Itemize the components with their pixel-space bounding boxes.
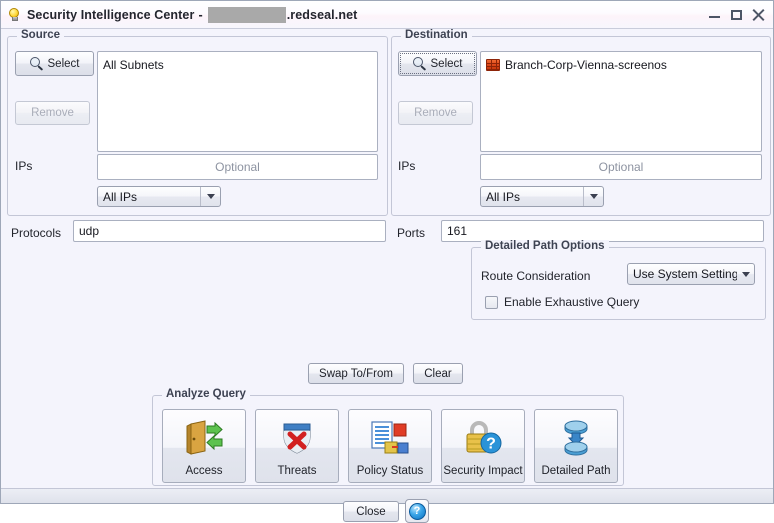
destination-remove-button[interactable]: Remove (398, 101, 473, 125)
enable-exhaustive-query-label: Enable Exhaustive Query (504, 295, 640, 309)
destination-list[interactable]: Branch-Corp-Vienna-screenos (480, 51, 762, 152)
firewall-brick-icon (486, 58, 500, 71)
destination-group: Destination Select Remove Branch-Corp-Vi… (391, 29, 771, 216)
analyze-detailed-path-button[interactable]: Detailed Path (534, 409, 618, 483)
svg-text:?: ? (486, 435, 496, 452)
source-select-label: Select (47, 57, 80, 70)
source-remove-label: Remove (31, 107, 74, 119)
ports-value: 161 (447, 224, 468, 238)
route-consideration-value: Use System Settings (633, 267, 738, 281)
analyze-access-label: Access (185, 465, 223, 477)
padlock-question-icon: ? (442, 410, 524, 465)
door-arrows-icon (163, 410, 245, 465)
destination-ip-scope-select[interactable]: All IPs (480, 186, 604, 207)
analyze-threats-button[interactable]: Threats (255, 409, 339, 483)
source-remove-button[interactable]: Remove (15, 101, 90, 125)
source-ips-placeholder: Optional (215, 160, 260, 174)
analyze-query-legend: Analyze Query (162, 388, 250, 400)
help-icon: ? (408, 502, 426, 520)
route-consideration-label: Route Consideration (481, 269, 591, 283)
analyze-threats-label: Threats (277, 465, 317, 477)
list-item[interactable]: All Subnets (103, 56, 372, 73)
maximize-icon[interactable] (730, 8, 743, 21)
source-ips-label: IPs (15, 159, 33, 173)
protocols-input[interactable]: udp (73, 220, 386, 242)
source-ip-scope-select[interactable]: All IPs (97, 186, 221, 207)
title-separator: - (198, 7, 203, 22)
redacted-hostname (207, 6, 286, 23)
destination-remove-label: Remove (414, 107, 457, 119)
close-icon[interactable] (752, 8, 765, 21)
source-item-label: All Subnets (103, 57, 164, 72)
enable-exhaustive-query-row[interactable]: Enable Exhaustive Query (485, 295, 639, 309)
analyze-policy-status-button[interactable]: Policy Status (348, 409, 432, 483)
source-list[interactable]: All Subnets (97, 51, 378, 152)
destination-item-label: Branch-Corp-Vienna-screenos (505, 57, 667, 72)
close-button[interactable]: Close (343, 501, 399, 522)
title-bar: Security Intelligence Center - .redseal.… (1, 1, 773, 29)
path-cylinders-icon (535, 410, 617, 465)
analyze-access-button[interactable]: Access (162, 409, 246, 483)
detailed-path-options-legend: Detailed Path Options (481, 240, 609, 252)
security-intelligence-center-window: Security Intelligence Center - .redseal.… (0, 0, 774, 523)
source-group: Source Select Remove All Subnets IPs Opt… (7, 29, 388, 216)
dialog-body: Source Select Remove All Subnets IPs Opt… (1, 29, 773, 523)
source-ips-input[interactable]: Optional (97, 154, 378, 180)
clear-button[interactable]: Clear (413, 363, 463, 384)
protocols-label: Protocols (11, 226, 62, 240)
clear-label: Clear (424, 367, 452, 380)
magnifier-icon (412, 56, 427, 71)
analyze-detailed-path-label: Detailed Path (541, 465, 611, 477)
analyze-security-impact-label: Security Impact (443, 465, 523, 477)
ports-label: Ports (397, 226, 426, 240)
enable-exhaustive-query-checkbox[interactable] (485, 295, 498, 309)
minimize-icon[interactable] (708, 8, 721, 21)
destination-ips-placeholder: Optional (598, 160, 644, 174)
swap-to-from-label: Swap To/From (319, 367, 393, 380)
magnifier-icon (29, 56, 44, 71)
title-suffix: .redseal.net (286, 7, 358, 22)
destination-ip-scope-value: All IPs (486, 189, 521, 204)
help-button[interactable]: ? (405, 499, 429, 523)
lightbulb-icon (7, 7, 21, 23)
destination-ips-label: IPs (398, 159, 416, 173)
ports-input[interactable]: 161 (441, 220, 764, 242)
analyze-security-impact-button[interactable]: ? Security Impact (441, 409, 525, 483)
source-legend: Source (17, 29, 64, 41)
chevron-down-icon[interactable] (200, 187, 220, 206)
detailed-path-options-group: Detailed Path Options Route Consideratio… (471, 240, 766, 320)
destination-select-button[interactable]: Select (398, 51, 477, 76)
chevron-down-icon[interactable] (737, 264, 754, 284)
title-prefix: Security Intelligence Center (27, 7, 195, 22)
chevron-down-icon[interactable] (583, 187, 603, 206)
policy-document-icon (349, 410, 431, 465)
list-item[interactable]: Branch-Corp-Vienna-screenos (486, 56, 756, 73)
window-title: Security Intelligence Center - .redseal.… (27, 6, 358, 23)
source-ip-scope-value: All IPs (103, 189, 138, 204)
swap-to-from-button[interactable]: Swap To/From (308, 363, 404, 384)
analyze-query-group: Analyze Query Access Threats Policy Stat… (152, 388, 624, 486)
destination-legend: Destination (401, 29, 472, 41)
protocols-value: udp (79, 224, 100, 238)
analyze-policy-status-label: Policy Status (356, 465, 424, 477)
source-select-button[interactable]: Select (15, 51, 94, 76)
close-button-label: Close (356, 505, 386, 518)
shield-x-icon (256, 410, 338, 465)
destination-select-label: Select (430, 57, 463, 70)
route-consideration-select[interactable]: Use System Settings (627, 263, 755, 285)
window-controls (708, 1, 765, 28)
destination-ips-input[interactable]: Optional (480, 154, 762, 180)
